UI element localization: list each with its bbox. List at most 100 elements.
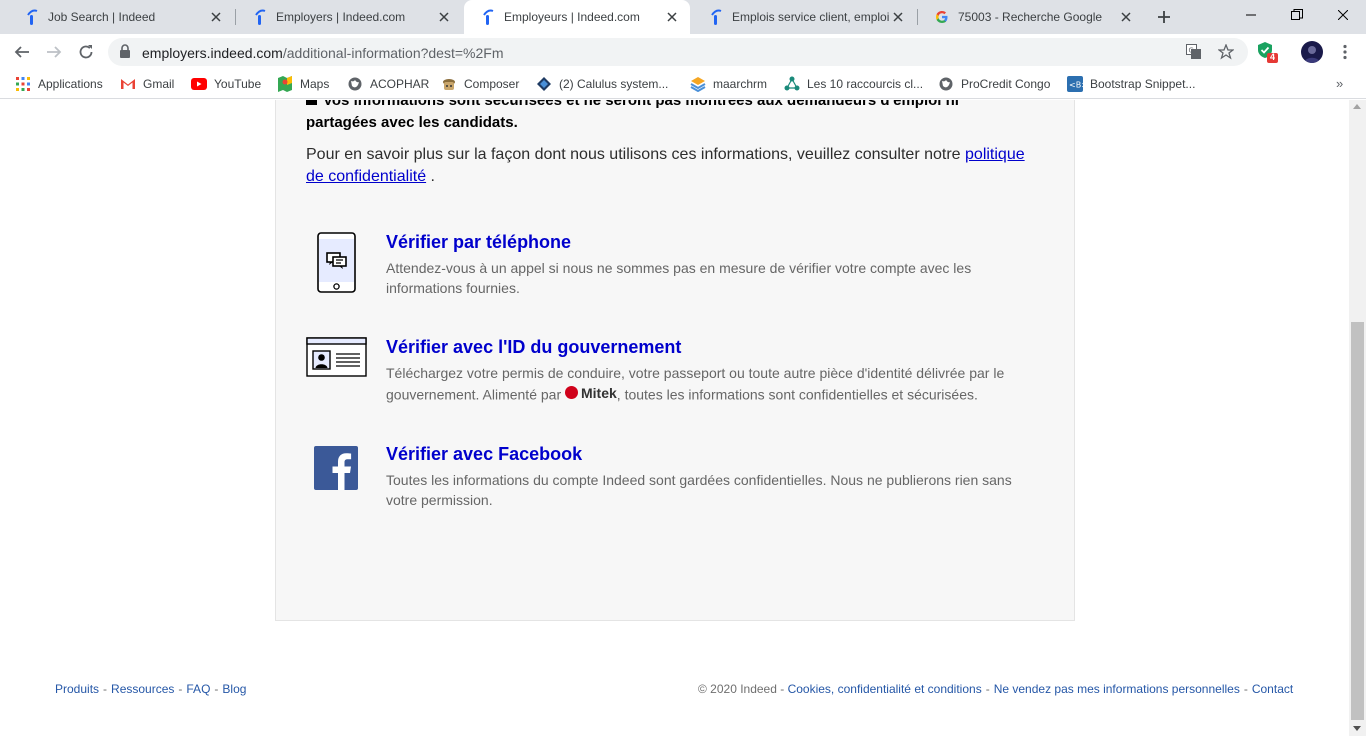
phone-icon (306, 232, 366, 299)
bookmark-applications[interactable]: Applications (15, 76, 103, 92)
privacy-end: . (426, 168, 435, 185)
svg-text:G: G (1189, 47, 1194, 55)
verify-phone-option[interactable]: Vérifier par téléphone Attendez-vous à u… (306, 232, 1036, 302)
calulus-icon (536, 76, 552, 92)
close-window-button[interactable] (1320, 0, 1366, 30)
youtube-icon (191, 76, 207, 92)
arrow-left-icon (14, 46, 29, 58)
footer-link-blog[interactable]: Blog (222, 682, 246, 696)
footer-separator: - (1243, 682, 1248, 696)
extension-shield-icon[interactable]: 4 (1256, 41, 1278, 63)
secure-notice: Vos informations sont sécurisées et ne s… (306, 100, 1026, 134)
new-tab-button[interactable] (1152, 5, 1176, 29)
tab-title: Emplois service client, emploi | (732, 10, 890, 24)
bookmark-gmail[interactable]: Gmail (120, 76, 174, 92)
back-button[interactable] (8, 38, 36, 66)
tab-title: Job Search | Indeed (48, 10, 156, 24)
url-text: employers.indeed.com/additional-informat… (142, 45, 503, 61)
close-tab-icon[interactable] (208, 9, 224, 25)
tab-title: Employers | Indeed.com (276, 10, 406, 24)
forward-button[interactable] (40, 38, 68, 66)
footer-separator: - (103, 682, 108, 696)
bookmark-maarchrm[interactable]: maarchrm (690, 76, 767, 92)
bookmark-acophar[interactable]: ACOPHAR (347, 76, 429, 92)
option-description: Attendez-vous à un appel si nous ne somm… (386, 260, 972, 296)
scrollbar-thumb[interactable] (1351, 322, 1364, 720)
mitek-logo-icon (565, 385, 578, 399)
bookmark-procredit[interactable]: ProCredit Congo (938, 76, 1050, 92)
option-title[interactable]: Vérifier par téléphone (386, 232, 571, 253)
footer-link-do-not-sell[interactable]: Ne vendez pas mes informations personnel… (994, 682, 1240, 696)
option-title[interactable]: Vérifier avec l'ID du gouvernement (386, 337, 681, 358)
footer-separator: - (178, 682, 183, 696)
url-path: /additional-information?dest=%2Fm (282, 45, 504, 61)
bookmarks-overflow-icon[interactable]: » (1336, 76, 1343, 91)
footer-legal: © 2020 Indeed - Cookies, confidentialité… (698, 682, 1293, 696)
tab-emplois-service-client[interactable]: Emplois service client, emploi | (692, 0, 916, 34)
footer-link-ressources[interactable]: Ressources (111, 682, 174, 696)
network-icon (784, 76, 800, 92)
close-tab-icon[interactable] (1118, 9, 1134, 25)
close-tab-icon[interactable] (890, 9, 906, 25)
tab-employers[interactable]: Employers | Indeed.com (236, 0, 462, 34)
tab-google-search[interactable]: 75003 - Recherche Google (918, 0, 1144, 34)
footer-link-faq[interactable]: FAQ (186, 682, 210, 696)
composer-icon (441, 76, 457, 92)
page-scrollbar[interactable] (1349, 100, 1366, 736)
minimize-button[interactable] (1228, 0, 1274, 30)
footer-link-produits[interactable]: Produits (55, 682, 99, 696)
browser-menu-button[interactable] (1331, 38, 1359, 66)
avatar[interactable] (1301, 41, 1323, 63)
url-host: employers.indeed.com (142, 45, 283, 61)
mitek-brand-text: Mitek (581, 385, 617, 401)
indeed-icon (708, 9, 724, 25)
scroll-up-icon[interactable] (1353, 104, 1361, 109)
more-vert-icon (1343, 44, 1347, 60)
plus-icon (1158, 11, 1170, 23)
maarch-icon (690, 76, 706, 92)
close-tab-icon[interactable] (664, 9, 680, 25)
facebook-icon (314, 446, 358, 495)
bookmark-bootstrap[interactable]: <B> Bootstrap Snippet... (1067, 76, 1195, 92)
translate-icon[interactable]: G (1185, 43, 1203, 61)
bookmark-label: Applications (38, 77, 103, 91)
bookmark-label: Gmail (143, 77, 175, 91)
bookmark-label: maarchrm (713, 77, 768, 91)
verify-government-id-option[interactable]: Vérifier avec l'ID du gouvernement Téléc… (306, 337, 1036, 407)
bookmark-composer[interactable]: Composer (441, 76, 519, 92)
scroll-down-icon[interactable] (1353, 726, 1361, 731)
bookmark-maps[interactable]: Maps (277, 76, 329, 92)
address-bar[interactable]: employers.indeed.com/additional-informat… (108, 38, 1248, 66)
bullet-square-icon (306, 100, 317, 105)
tab-employeurs[interactable]: Employeurs | Indeed.com (464, 0, 690, 34)
tab-job-search[interactable]: Job Search | Indeed (8, 0, 234, 34)
bookmark-raccourcis[interactable]: Les 10 raccourcis cl... (784, 76, 923, 92)
footer-separator: - (985, 682, 990, 696)
footer-separator: - (214, 682, 219, 696)
verify-facebook-option[interactable]: Vérifier avec Facebook Toutes les inform… (306, 444, 1036, 514)
globe-icon (938, 76, 954, 92)
option-title[interactable]: Vérifier avec Facebook (386, 444, 582, 465)
page-viewport: Vos informations sont sécurisées et ne s… (0, 100, 1366, 736)
bookmark-label: Composer (464, 77, 520, 91)
footer-link-contact[interactable]: Contact (1252, 682, 1293, 696)
reload-button[interactable] (72, 38, 100, 66)
copyright-text: © 2020 Indeed - (698, 682, 788, 696)
restore-button[interactable] (1274, 0, 1320, 30)
gmail-icon (120, 76, 136, 92)
bookmark-calulus[interactable]: (2) Calulus system... (536, 76, 668, 92)
indeed-icon (252, 9, 268, 25)
footer-link-cookies[interactable]: Cookies, confidentialité et conditions (788, 682, 982, 696)
bookmarks-bar: Applications Gmail YouTube Maps ACOPHAR … (0, 70, 1366, 99)
star-icon[interactable] (1217, 43, 1235, 61)
bookmark-label: (2) Calulus system... (559, 77, 669, 91)
option-description: Téléchargez votre permis de conduire, vo… (386, 363, 1026, 405)
maps-icon (277, 76, 293, 92)
bookmark-youtube[interactable]: YouTube (191, 76, 261, 92)
bootstrap-icon: <B> (1067, 76, 1083, 92)
close-tab-icon[interactable] (436, 9, 452, 25)
google-icon (934, 9, 950, 25)
privacy-text: Pour en savoir plus sur la façon dont no… (306, 146, 966, 163)
svg-text:<B>: <B> (1069, 81, 1083, 90)
lock-icon[interactable] (119, 44, 131, 63)
